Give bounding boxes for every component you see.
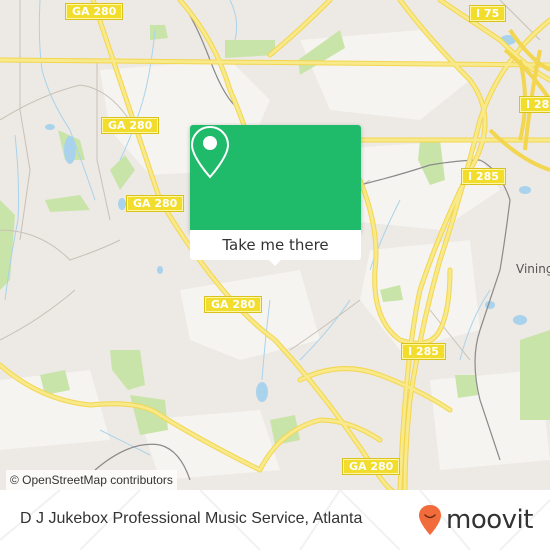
road-shield-ga280: GA 280 [203,296,263,313]
road-shield-i285: I 285 [461,168,506,185]
business-title: D J Jukebox Professional Music Service, … [20,510,363,527]
map-view[interactable]: GA 280 GA 280 GA 280 GA 280 GA 280 I 75 … [0,0,550,490]
take-me-there-button[interactable]: Take me there [190,230,361,260]
map-pin-icon [190,125,230,179]
popup-header [190,125,361,230]
moovit-pin-icon [419,505,441,535]
road-shield-i285: I 285 [519,96,550,113]
road-shield-i75: I 75 [468,5,507,22]
road-shield-ga280: GA 280 [64,3,124,20]
moovit-wordmark: moovit [446,505,533,535]
popup-pointer [267,258,283,266]
road-shield-ga280: GA 280 [341,458,401,475]
footer: D J Jukebox Professional Music Service, … [0,490,550,550]
road-shield-ga280: GA 280 [100,117,160,134]
place-label-vinings: Vinings [516,262,550,276]
road-shield-i285: I 285 [401,343,446,360]
map-attribution[interactable]: © OpenStreetMap contributors [6,470,177,490]
moovit-logo[interactable]: moovit [418,504,533,536]
road-shield-ga280: GA 280 [125,195,185,212]
location-popup: Take me there [190,125,361,266]
